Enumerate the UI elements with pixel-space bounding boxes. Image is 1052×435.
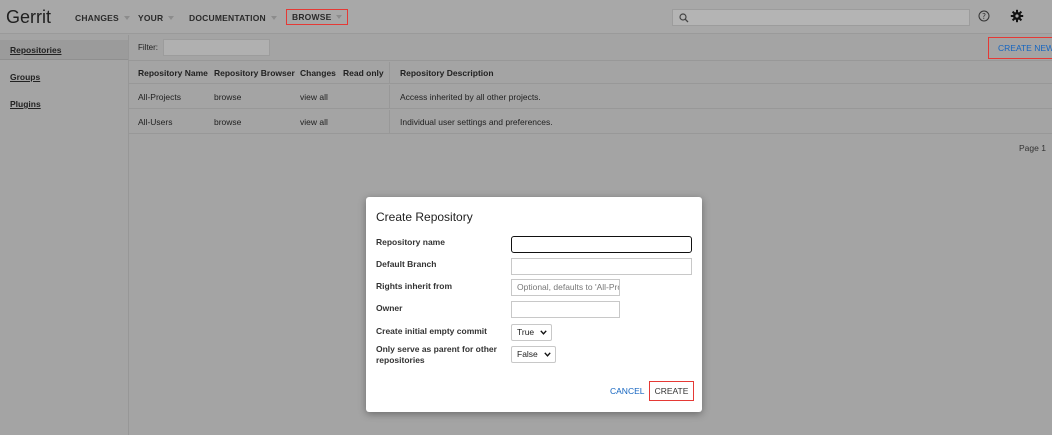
sidebar-item-groups[interactable]: Groups (0, 67, 128, 87)
search-icon (679, 13, 689, 23)
filter-input[interactable] (163, 39, 270, 56)
dialog-title: Create Repository (376, 210, 473, 224)
gerrit-logo[interactable]: Gerrit (6, 7, 51, 28)
initial-commit-label: Create initial empty commit (376, 326, 488, 336)
column-header-readonly: Read only (343, 67, 384, 78)
parent-only-select[interactable]: False (511, 346, 556, 363)
owner-label: Owner (376, 303, 403, 313)
repo-description: Access inherited by all other projects. (389, 85, 541, 108)
help-icon[interactable]: ? (978, 10, 990, 22)
cancel-button[interactable]: CANCEL (610, 386, 644, 396)
column-header-browser: Repository Browser (214, 67, 295, 78)
parent-only-value: False (517, 349, 538, 359)
chevron-down-icon (123, 16, 130, 20)
sidebar-item-plugins[interactable]: Plugins (0, 94, 128, 114)
repo-name-link[interactable]: All-Projects (138, 85, 181, 108)
browse-link[interactable]: browse (214, 110, 241, 133)
initial-commit-select[interactable]: True (511, 324, 553, 341)
chevron-down-icon (168, 16, 175, 20)
default-branch-field[interactable] (511, 258, 692, 275)
repo-name-field[interactable] (511, 236, 692, 253)
sidebar-item-repositories[interactable]: Repositories (0, 40, 128, 60)
repo-description: Individual user settings and preferences… (389, 110, 553, 133)
view-all-link[interactable]: view all (300, 85, 328, 108)
browse-link[interactable]: browse (214, 85, 241, 108)
chevron-down-icon (336, 15, 343, 19)
parent-only-label: Only serve as parent for other repositor… (376, 344, 497, 365)
list-toolbar: Filter: CREATE NEW (129, 35, 1052, 61)
column-header-description: Repository Description (389, 62, 494, 83)
gear-icon[interactable] (1010, 9, 1024, 23)
top-header: Gerrit CHANGES YOUR DOCUMENTATION BROWSE… (0, 0, 1052, 34)
svg-text:?: ? (982, 12, 986, 21)
create-button[interactable]: CREATE (649, 381, 694, 401)
nav-your[interactable]: YOUR (138, 13, 175, 23)
initial-commit-value: True (517, 327, 535, 337)
nav-your-label: YOUR (138, 13, 164, 23)
create-repository-dialog: Create Repository Repository name Defaul… (366, 197, 702, 412)
table-row: All-Projects browse view all Access inhe… (129, 85, 1052, 109)
nav-documentation[interactable]: DOCUMENTATION (189, 13, 277, 23)
chevron-down-icon (544, 352, 551, 357)
column-header-name: Repository Name (138, 67, 208, 78)
page-indicator: Page 1 (1019, 143, 1046, 153)
view-all-link[interactable]: view all (300, 110, 328, 133)
search-input[interactable] (672, 9, 970, 26)
table-row: All-Users browse view all Individual use… (129, 110, 1052, 134)
chevron-down-icon (270, 16, 277, 20)
table-header: Repository Name Repository Browser Chang… (129, 62, 1052, 84)
nav-changes-label: CHANGES (75, 13, 119, 23)
repo-name-link[interactable]: All-Users (138, 110, 172, 133)
repo-name-label: Repository name (376, 237, 445, 247)
nav-browse[interactable]: BROWSE (285, 9, 349, 25)
nav-changes[interactable]: CHANGES (75, 13, 130, 23)
nav-browse-label: BROWSE (292, 12, 332, 22)
sidebar: Repositories Groups Plugins (0, 35, 129, 435)
nav-documentation-label: DOCUMENTATION (189, 13, 266, 23)
rights-inherit-label: Rights inherit from (376, 281, 453, 291)
rights-inherit-field[interactable]: Optional, defaults to 'All-Projects' (511, 279, 620, 296)
default-branch-label: Default Branch (376, 259, 437, 269)
column-header-changes: Changes (300, 67, 336, 78)
filter-label: Filter: (138, 43, 158, 52)
owner-field[interactable] (511, 301, 620, 318)
chevron-down-icon (540, 330, 547, 335)
create-new-button[interactable]: CREATE NEW (988, 37, 1052, 59)
